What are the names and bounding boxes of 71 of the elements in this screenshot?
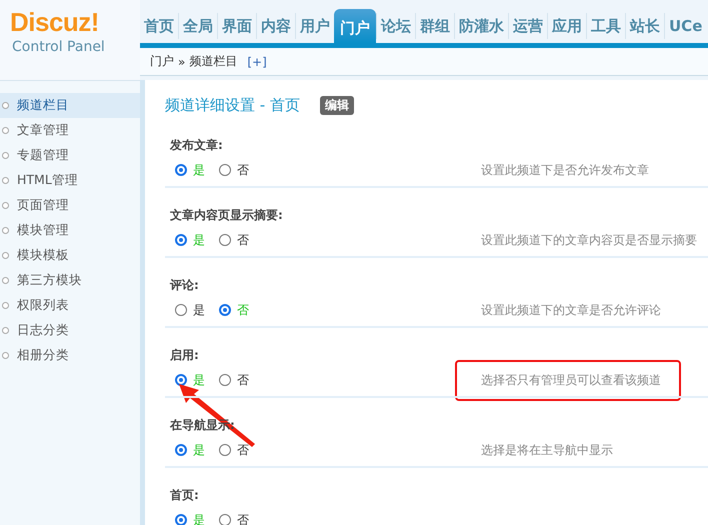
logo-subtitle: Control Panel [11, 38, 105, 56]
sidebar-item[interactable]: 频道栏目 [0, 93, 140, 118]
option-label[interactable]: 否 [237, 162, 249, 178]
sidebar-item[interactable]: 日志分类 [0, 318, 140, 343]
radio-button[interactable] [219, 164, 231, 176]
radio-button[interactable] [175, 374, 187, 386]
sidebar-item[interactable]: 页面管理 [0, 193, 140, 218]
nav-tab[interactable]: 内容 [256, 13, 295, 39]
radio-button[interactable] [175, 164, 187, 176]
sidebar-item[interactable]: 第三方模块 [0, 268, 140, 293]
highlighted-description: 选择否只有管理员可以查看该频道 [457, 362, 679, 398]
bullet-icon [2, 227, 9, 234]
radio-button[interactable] [175, 304, 187, 316]
radio-button[interactable] [175, 514, 187, 525]
bullet-icon [2, 177, 9, 184]
setting-label: 发布文章: [168, 137, 224, 154]
nav-tab[interactable]: 应用 [547, 13, 586, 39]
breadcrumb-separator: » [178, 54, 186, 68]
bullet-icon [2, 252, 9, 259]
sidebar-item[interactable]: 专题管理 [0, 143, 140, 168]
option-label[interactable]: 否 [237, 442, 249, 458]
nav-tab[interactable]: 站长 [625, 13, 664, 39]
bullet-icon [2, 352, 9, 359]
breadcrumb-item[interactable]: 门户 [150, 53, 174, 70]
nav-tab[interactable]: 防灌水 [454, 13, 508, 39]
breadcrumb-item: 频道栏目 [189, 53, 238, 70]
sidebar-item[interactable]: 权限列表 [0, 293, 140, 318]
radio-button[interactable] [219, 234, 231, 246]
bullet-icon [2, 327, 9, 334]
radio-button[interactable] [175, 444, 187, 456]
option-label[interactable]: 否 [237, 232, 249, 248]
nav-tab[interactable]: 群组 [415, 13, 454, 39]
setting-label: 启用: [169, 347, 200, 364]
nav-tab[interactable]: UCe [664, 13, 706, 39]
nav-tab[interactable]: 运营 [508, 13, 547, 39]
bullet-icon [2, 202, 9, 209]
radio-button[interactable] [219, 374, 231, 386]
panel-title: 频道详细设置 - 首页 [165, 96, 300, 114]
setting-description: 设置此频道下的文章内容页是否显示摘要 [481, 232, 697, 248]
setting-description: 设置此频道下的文章是否允许评论 [481, 302, 661, 318]
sidebar-item[interactable]: 文章管理 [0, 118, 140, 143]
sidebar-item[interactable]: HTML管理 [0, 168, 140, 193]
logo-text: Discuz! [10, 6, 99, 38]
bullet-icon [2, 102, 9, 109]
option-label[interactable]: 否 [237, 512, 249, 525]
edit-button[interactable]: 编辑 [320, 96, 354, 114]
nav-tab[interactable]: 工具 [586, 13, 625, 39]
bullet-icon [2, 152, 9, 159]
radio-button[interactable] [219, 514, 231, 525]
setting-label: 文章内容页显示摘要: [169, 207, 284, 224]
setting-description: 设置此频道下是否允许发布文章 [481, 162, 649, 178]
sidebar-item[interactable]: 模块模板 [0, 243, 140, 268]
add-link[interactable]: [+] [241, 54, 267, 68]
option-label[interactable]: 是 [193, 302, 205, 318]
bullet-icon [2, 127, 9, 134]
option-label[interactable]: 否 [237, 372, 249, 388]
bullet-icon [2, 302, 9, 309]
nav-tab[interactable]: 全局 [178, 13, 217, 39]
radio-button[interactable] [219, 444, 231, 456]
nav-tab[interactable]: 首页 [140, 13, 178, 39]
bullet-icon [2, 277, 9, 284]
setting-label: 首页: [169, 487, 200, 504]
nav-tab[interactable]: 门户 [334, 9, 376, 43]
setting-label: 评论: [168, 277, 200, 294]
radio-button[interactable] [219, 304, 231, 316]
nav-tab[interactable]: 界面 [217, 13, 256, 39]
sidebar-item[interactable]: 相册分类 [0, 343, 140, 368]
nav-tab[interactable]: 论坛 [376, 13, 415, 39]
sidebar-item[interactable]: 模块管理 [0, 218, 140, 243]
radio-button[interactable] [175, 234, 187, 246]
setting-description: 选择是将在主导航中显示 [481, 442, 613, 458]
